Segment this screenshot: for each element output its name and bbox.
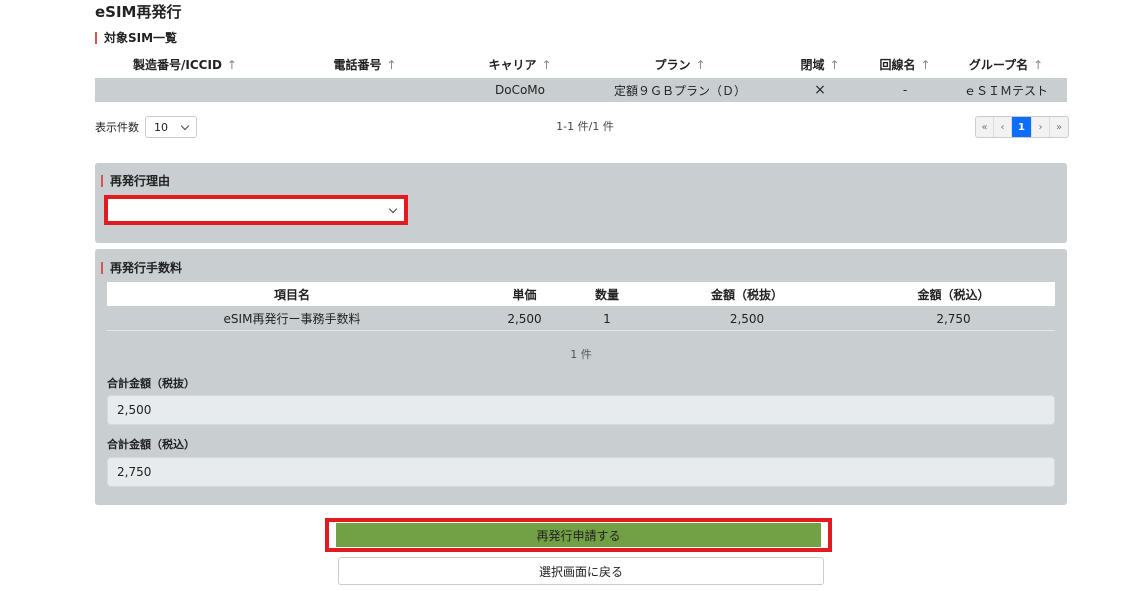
fee-cell-item: eSIM再発行ー事務手数料	[223, 312, 361, 326]
cell-line-name: -	[902, 83, 908, 97]
fee-table-header: 項目名 単価 数量 金額（税抜） 金額（税込）	[107, 282, 1055, 306]
fee-label: 再発行手数料	[101, 259, 182, 276]
col-carrier[interactable]: キャリア ↑	[455, 56, 585, 73]
table-row: DoCoMo 定額９ＧＢプラン（Ｄ） × - ｅＳＩＭテスト	[95, 78, 1067, 102]
per-page-select[interactable]: 10	[145, 116, 197, 138]
submit-reissue-button[interactable]: 再発行申請する	[336, 523, 821, 547]
cell-carrier: DoCoMo	[495, 83, 545, 97]
fee-count: 1 件	[570, 348, 592, 361]
sort-arrow-up-icon: ↑	[1033, 57, 1044, 72]
col-group[interactable]: グループ名 ↑	[945, 56, 1067, 73]
fee-col-qty: 数量	[594, 287, 619, 302]
table-row: eSIM再発行ー事務手数料 2,500 1 2,500 2,750	[107, 307, 1055, 331]
submit-highlight: 再発行申請する	[325, 518, 832, 552]
fee-cell-amount-in: 2,750	[936, 311, 971, 326]
result-range: 1-1 件/1 件	[556, 120, 614, 133]
col-closed[interactable]: 閉域 ↑	[775, 56, 865, 73]
sim-list-label: 対象SIM一覧	[95, 29, 177, 46]
sort-arrow-up-icon: ↑	[920, 57, 931, 72]
total-ex-value: 2,500	[117, 403, 152, 417]
fee-col-unit-price: 単価	[512, 287, 537, 302]
col-iccid[interactable]: 製造番号/ICCID ↑	[95, 56, 275, 73]
pager-prev-button[interactable]: ‹	[994, 117, 1012, 137]
fee-cell-amount-ex: 2,500	[729, 311, 765, 326]
total-in-value: 2,750	[117, 465, 152, 479]
page-title: eSIM再発行	[95, 3, 182, 21]
pager-page-1[interactable]: 1	[1012, 117, 1032, 137]
col-line-name[interactable]: 回線名 ↑	[865, 56, 945, 73]
fee-col-amount-in: 金額（税込）	[917, 287, 990, 302]
sim-table-header: 製造番号/ICCID ↑ 電話番号 ↑ キャリア ↑ プラン ↑ 閉域 ↑ 回線名 ↑ グル…	[95, 51, 1067, 77]
per-page-label: 表示件数	[95, 121, 139, 134]
total-ex-label: 合計金額（税抜）	[107, 377, 195, 390]
cell-plan: 定額９ＧＢプラン（Ｄ）	[613, 83, 746, 98]
fee-col-item: 項目名	[273, 287, 310, 302]
sort-arrow-up-icon: ↑	[541, 57, 552, 72]
fee-cell-qty: 1	[603, 311, 611, 326]
sort-arrow-up-icon: ↑	[386, 57, 397, 72]
reason-select[interactable]	[104, 195, 408, 225]
pager-last-button[interactable]: »	[1050, 117, 1068, 137]
col-phone[interactable]: 電話番号 ↑	[275, 56, 455, 73]
chevron-down-icon	[180, 121, 190, 130]
per-page-value: 10	[154, 120, 168, 134]
total-ex-field: 2,500	[107, 395, 1055, 425]
back-button[interactable]: 選択画面に戻る	[338, 557, 824, 585]
per-page-control: 表示件数 10	[95, 116, 197, 138]
sort-arrow-up-icon: ↑	[829, 57, 840, 72]
total-in-field: 2,750	[107, 457, 1055, 487]
fee-col-amount-ex: 金額（税抜）	[710, 287, 783, 302]
pagination: « ‹ 1 › »	[975, 116, 1069, 138]
fee-cell-unit-price: 2,500	[507, 311, 542, 326]
sort-arrow-up-icon: ↑	[695, 57, 706, 72]
pager-next-button[interactable]: ›	[1032, 117, 1050, 137]
cell-group: ｅＳＩＭテスト	[963, 83, 1048, 98]
chevron-down-icon	[388, 204, 398, 213]
col-plan[interactable]: プラン ↑	[585, 56, 775, 73]
cell-closed: ×	[814, 82, 826, 98]
total-in-label: 合計金額（税込）	[107, 438, 195, 451]
reason-label: 再発行理由	[101, 172, 170, 189]
sort-arrow-up-icon: ↑	[226, 57, 237, 72]
pager-first-button[interactable]: «	[976, 117, 994, 137]
